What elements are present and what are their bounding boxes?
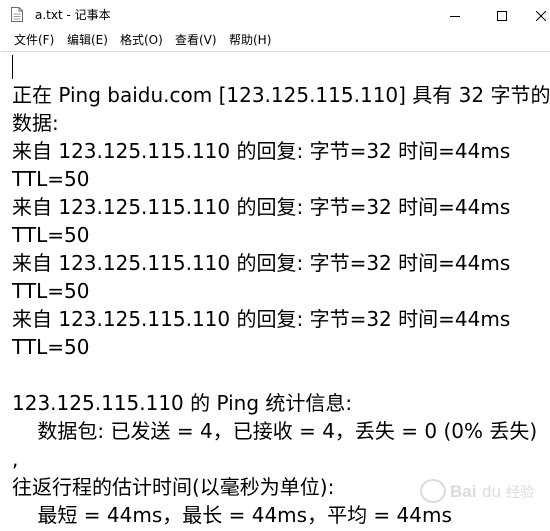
svg-text:经验: 经验	[506, 485, 534, 501]
text-line: TTL=50	[12, 223, 90, 247]
text-line: TTL=50	[12, 335, 90, 359]
window-title: a.txt - 记事本	[35, 8, 111, 22]
text-line: 来自 123.125.115.110 的回复: 字节=32 时间=44ms	[12, 139, 511, 163]
minimize-icon	[450, 6, 460, 25]
text-line: TTL=50	[12, 167, 90, 191]
maximize-button[interactable]	[479, 0, 525, 30]
text-line: 123.125.115.110 的 Ping 统计信息:	[12, 391, 353, 415]
title-bar[interactable]: a.txt - 记事本	[0, 0, 550, 30]
text-line: TTL=50	[12, 279, 90, 303]
menu-help[interactable]: 帮助(H)	[229, 33, 271, 48]
close-button[interactable]	[526, 0, 550, 30]
menu-bar: 文件(F) 编辑(E) 格式(O) 查看(V) 帮助(H)	[0, 30, 550, 50]
baidu-jingyan-watermark-logo: Bai du 经验	[418, 476, 548, 506]
svg-text:Bai: Bai	[450, 482, 476, 501]
text-line: 来自 123.125.115.110 的回复: 字节=32 时间=44ms	[12, 251, 511, 275]
text-line: 来自 123.125.115.110 的回复: 字节=32 时间=44ms	[12, 307, 511, 331]
close-icon	[535, 6, 547, 25]
notepad-document-icon	[11, 7, 23, 22]
svg-text:du: du	[482, 482, 501, 501]
text-line: 往返行程的估计时间(以毫秒为单位):	[12, 475, 335, 499]
text-line: 正在 Ping baidu.com [123.125.115.110] 具有 3…	[12, 83, 550, 107]
text-line: 最短 = 44ms，最长 = 44ms，平均 = 44ms	[12, 503, 452, 527]
maximize-icon	[497, 6, 507, 25]
notepad-window: a.txt - 记事本 文件(F) 编辑(E) 格式(O) 查看(V) 帮助(H…	[0, 0, 550, 531]
menu-format[interactable]: 格式(O)	[120, 33, 163, 48]
menu-file[interactable]: 文件(F)	[14, 33, 54, 48]
text-line: 来自 123.125.115.110 的回复: 字节=32 时间=44ms	[12, 195, 511, 219]
menu-edit[interactable]: 编辑(E)	[67, 33, 108, 48]
text-line: 数据包: 已发送 = 4，已接收 = 4，丢失 = 0 (0% 丢失)	[12, 419, 538, 443]
text-caret	[12, 55, 13, 79]
menu-view[interactable]: 查看(V)	[175, 33, 217, 48]
text-line: ,	[12, 447, 19, 471]
text-editor-area[interactable]: 正在 Ping baidu.com [123.125.115.110] 具有 3…	[1, 51, 550, 531]
text-line: 数据:	[12, 111, 59, 135]
minimize-button[interactable]	[432, 0, 478, 30]
